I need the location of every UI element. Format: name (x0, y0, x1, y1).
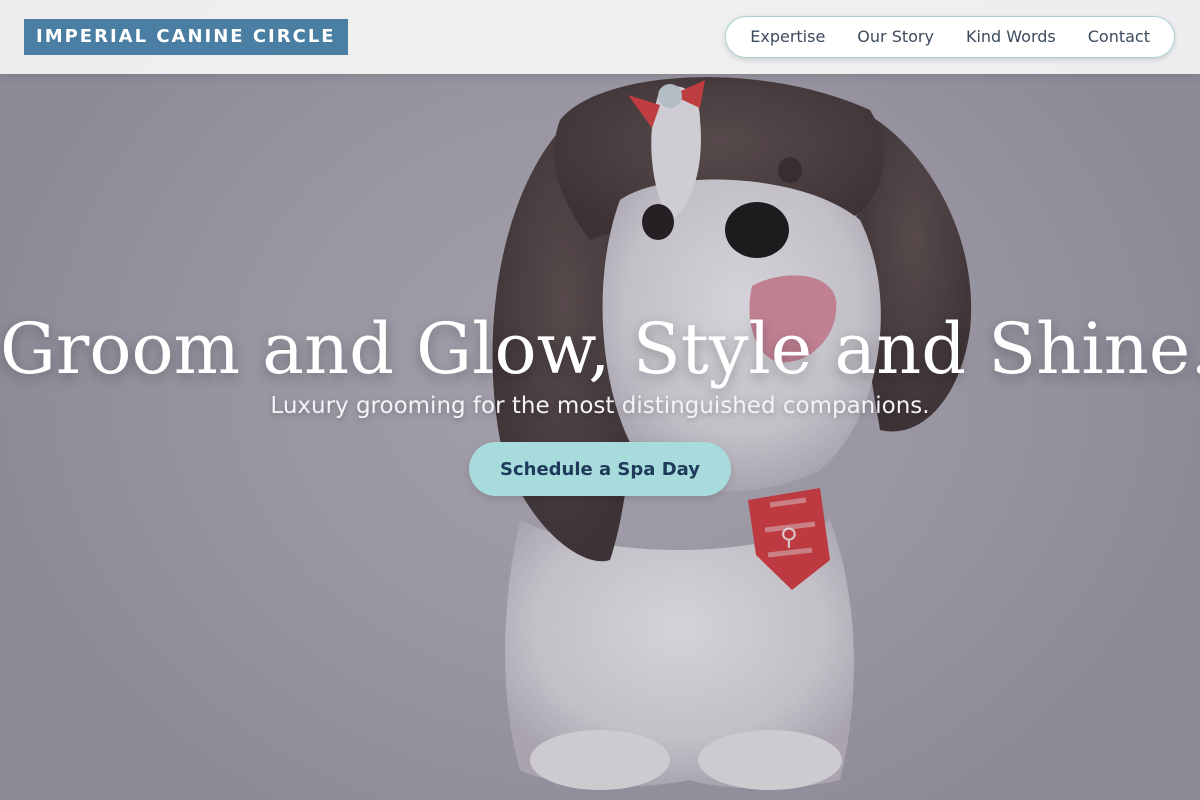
hero-section: Groom and Glow, Style and Shine. Luxury … (0, 300, 1200, 496)
schedule-spa-day-button[interactable]: Schedule a Spa Day (469, 442, 731, 496)
site-logo[interactable]: IMPERIAL CANINE CIRCLE (24, 19, 348, 55)
nav-item-expertise[interactable]: Expertise (734, 17, 841, 57)
site-header: IMPERIAL CANINE CIRCLE Expertise Our Sto… (0, 0, 1200, 74)
main-nav: Expertise Our Story Kind Words Contact (725, 16, 1175, 58)
nav-item-our-story[interactable]: Our Story (841, 17, 950, 57)
hero-title: Groom and Glow, Style and Shine. (0, 308, 1200, 390)
nav-item-contact[interactable]: Contact (1072, 17, 1166, 57)
nav-item-kind-words[interactable]: Kind Words (950, 17, 1072, 57)
page: ⚲ IMPERIAL CANINE CIRCLE Expertise Our S… (0, 0, 1200, 800)
